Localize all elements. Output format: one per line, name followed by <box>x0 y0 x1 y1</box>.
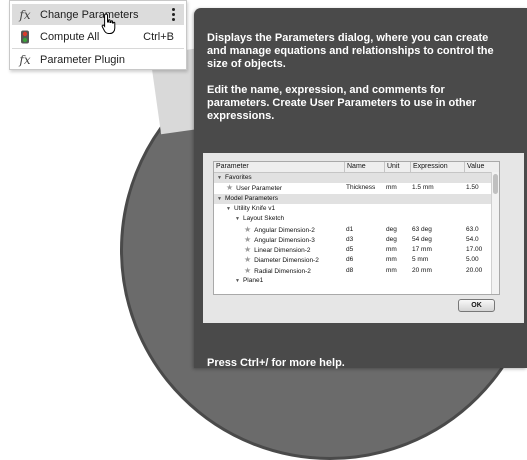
cell-unit: mm <box>386 266 397 274</box>
parameters-dialog-preview: Parameter Name Unit Expression Value ▼ Fa… <box>203 153 524 323</box>
menu-item-compute-all[interactable]: Compute All Ctrl+B <box>12 26 184 47</box>
favorite-star-icon: ★ <box>244 234 252 244</box>
row-label-text: Angular Dimension-2 <box>254 226 315 234</box>
row-label-text: Diameter Dimension-2 <box>254 257 319 265</box>
parameters-table: Parameter Name Unit Expression Value ▼ Fa… <box>213 161 500 295</box>
row-label: ▼ Layout Sketch <box>235 214 284 224</box>
cell-name: d1 <box>346 225 354 233</box>
cell-value: 5.00 <box>466 256 479 264</box>
cell-expr: 54 deg <box>412 235 432 243</box>
table-row: ▼ Favorites <box>214 173 491 184</box>
table-row: ★ Linear Dimension-2 d5 mm 17 mm 17.00 <box>214 245 491 255</box>
column-header: Value <box>464 162 499 172</box>
modify-dropdown-menu: fx Change Parameters Compute All Ctrl+B … <box>9 0 187 70</box>
row-label-text: Model Parameters <box>224 194 279 202</box>
cell-expr: 1.5 mm <box>412 184 434 192</box>
row-label: ▼ Favorites <box>217 173 252 183</box>
tooltip-footer: Press Ctrl+/ for more help. <box>207 357 345 369</box>
tooltip-description: Displays the Parameters dialog, where yo… <box>207 32 494 70</box>
column-header: Unit <box>384 162 410 172</box>
expand-triangle-icon: ▼ <box>217 175 222 181</box>
cell-name: d8 <box>346 266 354 274</box>
cell-unit: mm <box>386 246 397 254</box>
table-scrollbar <box>491 172 499 294</box>
table-row: ★ User Parameter Thickness mm 1.5 mm 1.50 <box>214 183 491 193</box>
command-tooltip: Displays the Parameters dialog, where yo… <box>194 8 527 369</box>
expand-triangle-icon: ▼ <box>226 205 231 212</box>
cell-expr: 63 deg <box>412 225 432 233</box>
table-row: ▼ Model Parameters <box>214 193 491 204</box>
fx-icon: fx <box>19 7 31 22</box>
menu-item-parameter-plugin[interactable]: fx Parameter Plugin <box>12 49 184 70</box>
column-header: Name <box>344 162 384 172</box>
cell-expr: 5 mm <box>412 256 429 264</box>
table-row: ★ Radial Dimension-2 d8 mm 20 mm 20.00 <box>214 266 491 276</box>
row-label-text: Plane1 <box>242 277 264 284</box>
cell-name: d3 <box>346 235 354 243</box>
menu-item-shortcut: Ctrl+B <box>143 30 174 43</box>
cell-unit: mm <box>386 184 397 192</box>
table-row: ▼ Plane1 <box>214 276 491 286</box>
row-label-text: Utility Knife v1 <box>233 204 276 212</box>
table-row: ★ Angular Dimension-2 d1 deg 63 deg 63.0 <box>214 225 491 235</box>
expand-triangle-icon: ▼ <box>235 278 240 284</box>
table-row: ★ Diameter Dimension-2 d6 mm 5 mm 5.00 <box>214 255 491 265</box>
cell-expr: 17 mm <box>412 246 432 254</box>
cell-value: 20.00 <box>466 266 483 274</box>
row-label: ▼ Utility Knife v1 <box>226 204 275 214</box>
row-label: ▼ Plane1 <box>235 276 263 286</box>
cell-unit: deg <box>386 225 397 233</box>
row-label-text: User Parameter <box>236 185 283 193</box>
table-row: ★ Angular Dimension-3 d3 deg 54 deg 54.0 <box>214 235 491 245</box>
row-label-text: Favorites <box>224 174 252 181</box>
favorite-star-icon: ★ <box>226 183 234 193</box>
cell-expr: 20 mm <box>412 266 432 274</box>
cell-value: 54.0 <box>466 235 479 243</box>
cell-name: d5 <box>346 246 354 254</box>
compute-icon <box>16 29 34 45</box>
favorite-star-icon: ★ <box>244 245 252 255</box>
menu-item-label: Compute All <box>40 30 100 43</box>
cell-name: d6 <box>346 256 354 264</box>
row-label-text: Angular Dimension-3 <box>254 236 315 244</box>
menu-item-label: Parameter Plugin <box>40 53 125 66</box>
favorite-star-icon: ★ <box>244 255 252 265</box>
expand-triangle-icon: ▼ <box>217 195 222 202</box>
column-header: Parameter <box>216 163 249 170</box>
favorite-star-icon: ★ <box>244 224 252 234</box>
cell-value: 63.0 <box>466 225 479 233</box>
row-label-text: Radial Dimension-2 <box>254 267 311 275</box>
fx-plugin-icon: fx <box>19 52 31 67</box>
cell-value: 1.50 <box>466 184 479 192</box>
cell-value: 17.00 <box>466 246 483 254</box>
menu-item-change-parameters[interactable]: fx Change Parameters <box>12 4 184 25</box>
column-header: Expression <box>410 162 464 172</box>
cell-unit: deg <box>386 235 397 243</box>
favorite-star-icon: ★ <box>244 265 252 275</box>
row-label-text: Layout Sketch <box>242 215 285 223</box>
hand-cursor-icon <box>101 13 116 34</box>
cell-unit: mm <box>386 256 397 264</box>
expand-triangle-icon: ▼ <box>235 216 240 223</box>
row-label-text: Linear Dimension-2 <box>254 247 311 255</box>
tooltip-detail: Edit the name, expression, and comments … <box>207 84 477 122</box>
ok-button: OK <box>458 299 495 312</box>
table-header: Parameter Name Unit Expression Value <box>214 162 499 173</box>
table-row: ▼ Utility Knife v1 <box>214 204 491 214</box>
more-options-icon[interactable] <box>168 7 178 23</box>
table-row: ▼ Layout Sketch <box>214 214 491 224</box>
row-label: ▼ Model Parameters <box>217 194 278 204</box>
cell-name: Thickness <box>346 184 376 192</box>
